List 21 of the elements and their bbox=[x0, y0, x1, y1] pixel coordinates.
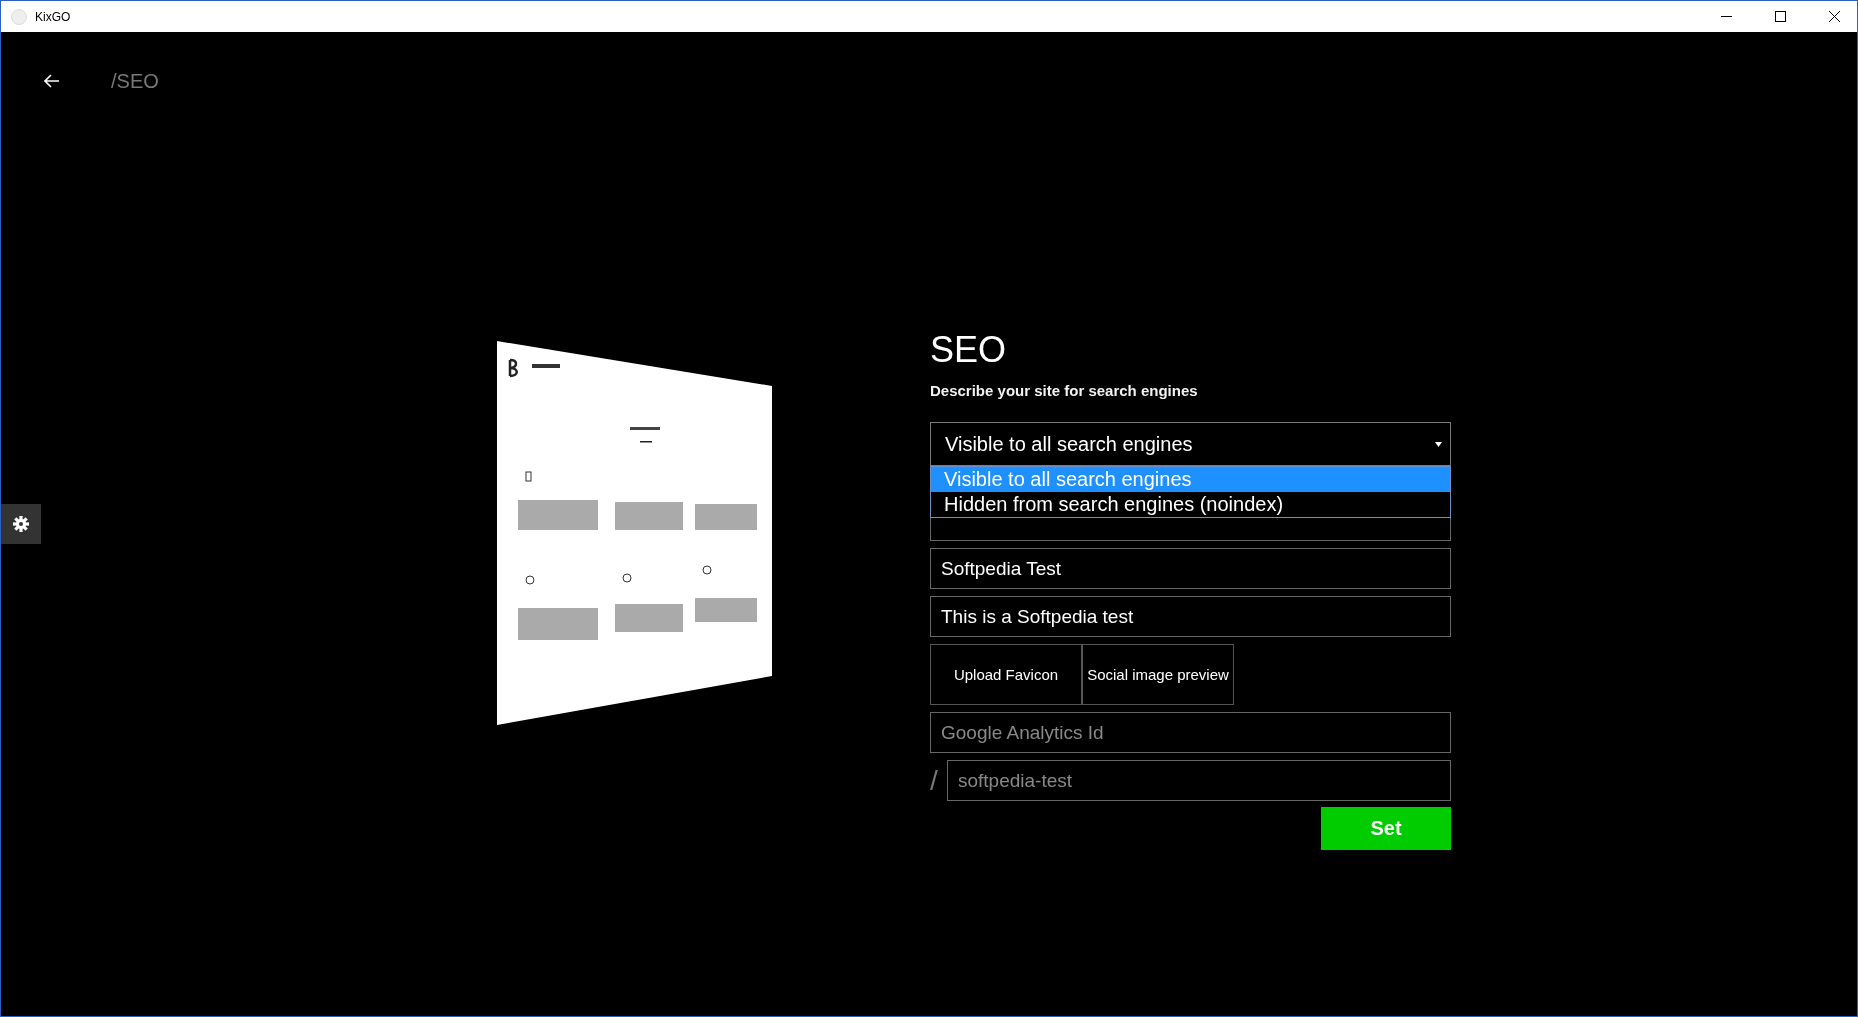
caret-icon bbox=[1435, 441, 1442, 447]
maximize-icon[interactable] bbox=[1774, 11, 1786, 22]
close-icon[interactable] bbox=[1828, 11, 1840, 22]
upload-favicon-button[interactable]: Upload Favicon bbox=[930, 644, 1082, 705]
app-logo-icon bbox=[11, 8, 27, 25]
slug-field[interactable]: softpedia-test bbox=[947, 760, 1451, 801]
minimize-icon[interactable] bbox=[1720, 16, 1732, 17]
visibility-dropdown[interactable]: Visible to all search engines bbox=[930, 422, 1451, 466]
input-field[interactable]: Softpedia Test bbox=[930, 548, 1451, 589]
input-field[interactable]: This is a Softpedia test bbox=[930, 596, 1451, 637]
subtitle: Describe your site for search engines bbox=[930, 382, 1199, 399]
analytics-id-field[interactable]: Google Analytics Id bbox=[930, 712, 1451, 753]
settings-icon bbox=[13, 516, 29, 532]
social-preview-button[interactable]: Social image preview bbox=[1082, 644, 1234, 705]
page-title: SEO bbox=[930, 330, 1008, 370]
slash-prefix: / bbox=[930, 764, 939, 797]
back-arrow-icon[interactable] bbox=[44, 74, 60, 88]
breadcrumb: /SEO bbox=[111, 69, 159, 93]
settings-button[interactable] bbox=[1, 504, 41, 544]
dropdown-option[interactable]: Hidden from search engines (noindex) bbox=[931, 492, 1450, 517]
window-title: KixGO bbox=[35, 9, 72, 24]
